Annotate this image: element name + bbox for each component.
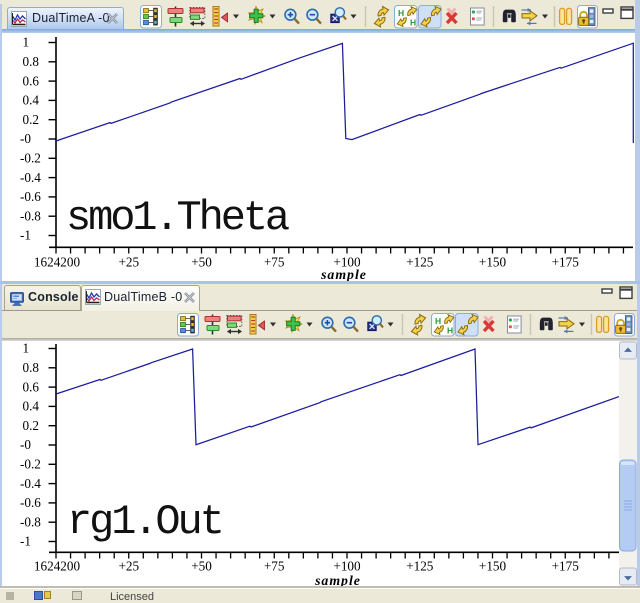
svg-text:+175: +175	[552, 254, 580, 269]
svg-text:H: H	[447, 326, 453, 336]
svg-text:1: 1	[23, 35, 30, 50]
svg-text:-0.6: -0.6	[20, 189, 41, 204]
svg-text:H: H	[410, 18, 416, 28]
svg-text:+75: +75	[264, 254, 285, 269]
svg-text:0.4: 0.4	[23, 399, 40, 414]
svg-text:-0.8: -0.8	[20, 514, 41, 529]
svg-text:sample: sample	[314, 573, 361, 586]
svg-text:-0: -0	[20, 131, 31, 146]
svg-text:+25: +25	[118, 559, 139, 574]
svg-text:sample: sample	[320, 267, 367, 281]
svg-text:-0.4: -0.4	[20, 476, 41, 491]
svg-text:-0.4: -0.4	[20, 170, 41, 185]
svg-text:-0.2: -0.2	[20, 151, 41, 166]
svg-text:-0.2: -0.2	[20, 457, 41, 472]
svg-text:+50: +50	[191, 254, 212, 269]
svg-text:+50: +50	[191, 559, 212, 574]
svg-text:-0.6: -0.6	[20, 495, 41, 510]
svg-text:+75: +75	[264, 559, 285, 574]
svg-text:0.2: 0.2	[23, 418, 39, 433]
svg-text:-0.8: -0.8	[20, 208, 41, 223]
svg-text:+150: +150	[479, 254, 507, 269]
svg-text:H: H	[435, 316, 441, 326]
svg-text:-0: -0	[20, 437, 31, 452]
svg-text:+125: +125	[406, 254, 434, 269]
svg-text:+25: +25	[118, 254, 139, 269]
svg-text:0.6: 0.6	[23, 379, 40, 394]
svg-text:rg1.Out: rg1.Out	[67, 498, 222, 546]
svg-text:0.4: 0.4	[23, 93, 40, 108]
svg-text:1624200: 1624200	[34, 559, 81, 574]
svg-text:+100: +100	[333, 559, 361, 574]
svg-text:0.8: 0.8	[23, 360, 40, 375]
svg-text:-1: -1	[20, 228, 31, 243]
svg-text:-1: -1	[20, 534, 31, 549]
svg-text:+150: +150	[479, 559, 507, 574]
svg-text:1: 1	[23, 341, 30, 356]
svg-text:+175: +175	[552, 559, 580, 574]
svg-text:0.6: 0.6	[23, 73, 40, 88]
svg-text:smo1.Theta: smo1.Theta	[66, 194, 289, 242]
svg-text:0.2: 0.2	[23, 112, 39, 127]
svg-text:1624200: 1624200	[34, 254, 81, 269]
svg-text:+125: +125	[406, 559, 434, 574]
svg-text:0.8: 0.8	[23, 54, 40, 69]
svg-text:H: H	[398, 8, 404, 18]
